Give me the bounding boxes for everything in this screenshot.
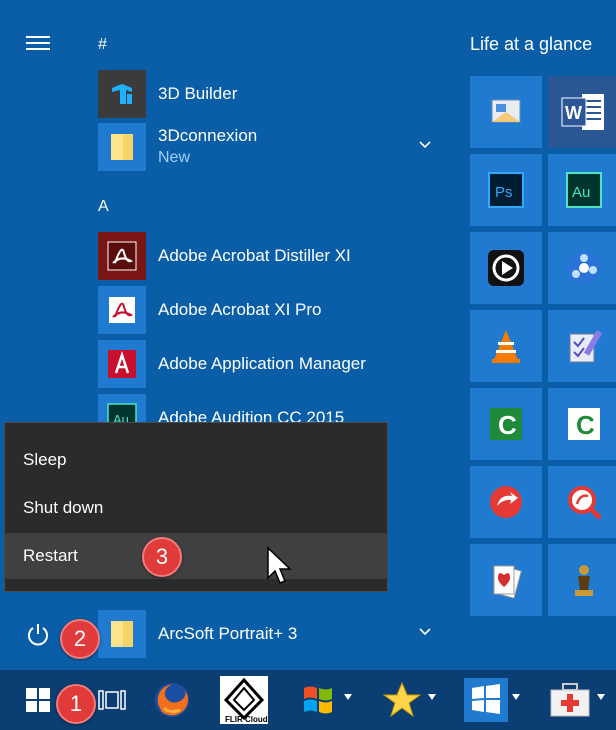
step-2-badge: 2 [60, 619, 100, 659]
vlc-icon [492, 330, 520, 363]
chevron-down-icon[interactable] [418, 625, 432, 639]
app-arcsoft-portrait[interactable]: ArcSoft Portrait+ 3 [98, 609, 446, 659]
audition-tile-icon: Au [566, 172, 602, 208]
hamburger-icon[interactable] [26, 36, 50, 50]
svg-text:C: C [576, 410, 595, 440]
camtasia-recorder-icon: C [568, 408, 600, 440]
power-shut-down[interactable]: Shut down [5, 485, 387, 531]
word-icon: W [561, 94, 604, 130]
tile-word[interactable]: W [548, 76, 616, 148]
folder-icon [98, 610, 146, 658]
first-aid-kit-icon[interactable] [546, 676, 594, 724]
tile-solitaire[interactable] [470, 544, 542, 616]
power-icon[interactable] [24, 620, 52, 648]
chevron-down-icon[interactable] [418, 138, 432, 152]
svg-text:W: W [565, 103, 582, 123]
photoshop-icon: Ps [488, 172, 524, 208]
app-adobe-app-manager[interactable]: Adobe Application Manager [98, 339, 446, 389]
flir-cloud-icon[interactable]: FLIR Cloud [218, 676, 270, 724]
tile-outlook[interactable] [470, 76, 542, 148]
power-menu: Sleep Shut down Restart [4, 422, 388, 592]
app-3dconnexion[interactable]: 3Dconnexion New [98, 122, 446, 172]
media-player-icon [488, 250, 524, 286]
3d-builder-icon [98, 70, 146, 118]
svg-text:C: C [498, 410, 517, 440]
app-3d-builder[interactable]: 3D Builder [98, 69, 446, 119]
adobe-app-manager-icon [98, 340, 146, 388]
acrobat-pro-icon [98, 286, 146, 334]
magnifier-icon [568, 486, 602, 520]
group-header-hash: # [98, 36, 107, 53]
step-3-badge: 3 [142, 537, 182, 577]
task-view-icon[interactable] [92, 676, 132, 724]
firefox-icon[interactable] [148, 676, 196, 724]
camtasia-icon: C [490, 408, 522, 440]
svg-text:Au: Au [572, 184, 590, 201]
power-sleep[interactable]: Sleep [5, 437, 387, 483]
app-acrobat-distiller[interactable]: Adobe Acrobat Distiller XI [98, 231, 446, 281]
tile-vlc[interactable] [470, 310, 542, 382]
solitaire-icon [493, 565, 522, 599]
outlook-icon [491, 99, 521, 123]
app-acrobat-pro[interactable]: Adobe Acrobat XI Pro [98, 285, 446, 335]
tile-audition[interactable]: Au [548, 154, 616, 226]
svg-text:Ps: Ps [495, 184, 513, 201]
tile-photoshop[interactable]: Ps [470, 154, 542, 226]
app-label: Adobe Acrobat Distiller XI [158, 246, 351, 265]
tiles-group-header: Life at a glance [470, 34, 593, 54]
tile-checklist[interactable] [548, 310, 616, 382]
svg-text:FLIR Cloud: FLIR Cloud [225, 715, 268, 724]
folder-icon [98, 123, 146, 171]
app-label: 3Dconnexion [158, 126, 258, 145]
tile-camtasia[interactable]: C [470, 388, 542, 460]
tile-red-arrow[interactable] [470, 466, 542, 538]
tile-chess[interactable] [548, 544, 616, 616]
chess-icon [575, 565, 593, 596]
caret-down-icon[interactable] [428, 694, 436, 700]
tile-reel[interactable] [548, 232, 616, 304]
tile-magnifier[interactable] [548, 466, 616, 538]
caret-down-icon[interactable] [512, 694, 520, 700]
app-label: Adobe Application Manager [158, 354, 366, 373]
tile-media-player[interactable] [470, 232, 542, 304]
windows-flag-icon[interactable] [462, 676, 510, 724]
app-label: ArcSoft Portrait+ 3 [158, 624, 298, 643]
step-1-badge: 1 [56, 684, 96, 724]
app-label: 3D Builder [158, 84, 238, 103]
windows-xp-flag-icon[interactable] [294, 676, 342, 724]
group-header-a: A [98, 198, 109, 215]
caret-down-icon[interactable] [344, 694, 352, 700]
red-arrow-icon [490, 486, 522, 518]
checklist-icon [569, 330, 603, 363]
tile-camtasia-recorder[interactable]: C [548, 388, 616, 460]
windows-start-icon[interactable] [14, 676, 62, 724]
caret-down-icon[interactable] [597, 694, 605, 700]
star-icon[interactable] [378, 676, 426, 724]
new-badge: New [158, 149, 191, 166]
reel-icon [568, 252, 600, 284]
power-restart[interactable]: Restart [5, 533, 387, 579]
app-label: Adobe Acrobat XI Pro [158, 300, 322, 319]
mouse-cursor-icon [267, 546, 292, 584]
acrobat-distiller-icon [98, 232, 146, 280]
